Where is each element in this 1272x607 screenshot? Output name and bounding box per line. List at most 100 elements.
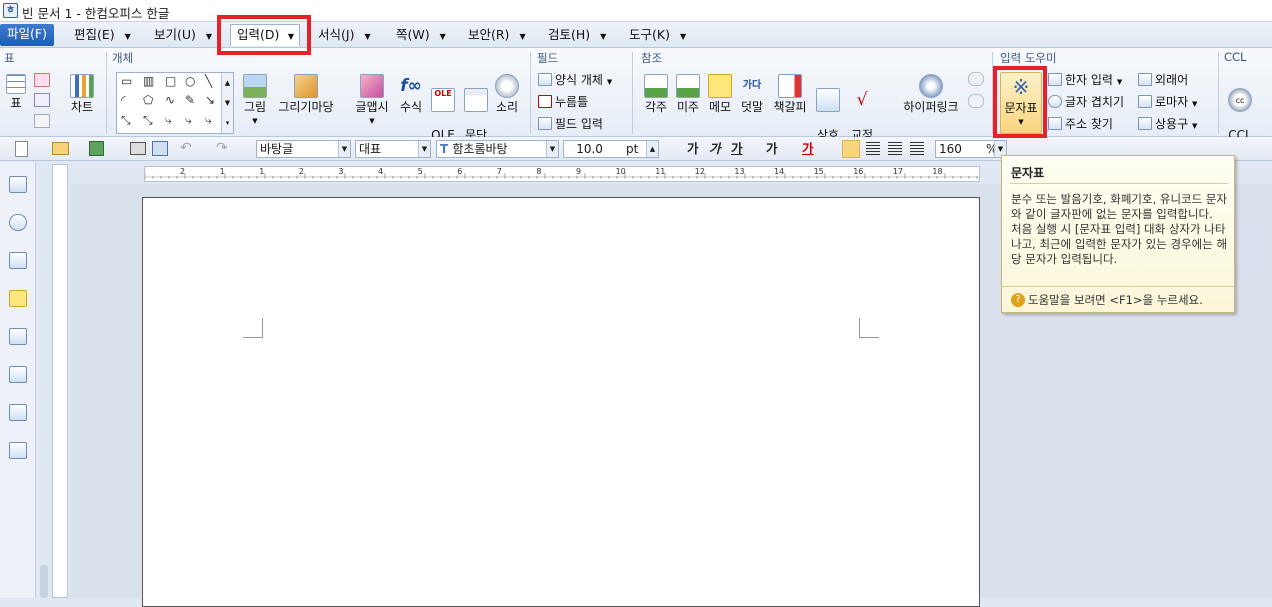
table-edit-icon[interactable] xyxy=(34,73,50,87)
align-left-icon[interactable] xyxy=(866,142,880,156)
memo-button[interactable]: 메모 xyxy=(705,74,735,114)
print-icon[interactable] xyxy=(130,142,146,155)
align-right-icon[interactable] xyxy=(910,142,924,156)
font-size-input[interactable]: ᅟ10.0 pt ▲ xyxy=(563,140,659,158)
cross-reference-icon xyxy=(816,88,840,112)
style-select[interactable]: 바탕글 ▼ xyxy=(256,140,351,158)
picture-icon xyxy=(243,74,267,98)
bold-button[interactable]: 가 xyxy=(687,140,699,158)
foreign-word-button[interactable]: 외래어 xyxy=(1138,70,1188,90)
document-page[interactable] xyxy=(142,197,980,607)
table-button[interactable]: 표 xyxy=(5,74,27,110)
sound-button[interactable]: 소리 xyxy=(492,74,522,114)
phrases-button[interactable]: 상용구 ▼ xyxy=(1138,114,1197,134)
menu-view[interactable]: 보기(U) ▼ xyxy=(148,25,218,46)
line-spacing-input[interactable]: 160% ▼ xyxy=(935,140,1007,158)
textbox-icon: ▭ xyxy=(121,74,133,88)
language-select[interactable]: 대표 ▼ xyxy=(355,140,431,158)
shape-gallery[interactable]: ▭ ▥ □ ○ ╲ ◜ ⬠ ∿ ✎ ↘ ⤡ ⤡ ⤷ ⤷ ⤷ ▲ ▼ ▾ xyxy=(116,72,234,134)
wordart-button[interactable]: 글맵시 ▼ xyxy=(352,74,392,128)
endnote-button[interactable]: 미주 xyxy=(673,74,703,114)
book-icon[interactable] xyxy=(9,176,27,193)
link-icon[interactable] xyxy=(968,72,984,86)
ruler-number: 16 xyxy=(853,167,864,176)
arc-icon: ◜ xyxy=(121,93,126,107)
drawing-button[interactable]: 그리기마당 xyxy=(274,74,338,114)
table-cell-icon[interactable] xyxy=(34,93,50,107)
table-grid-icon[interactable] xyxy=(34,114,50,128)
formula-icon: f∞ xyxy=(400,76,422,96)
new-doc-icon[interactable] xyxy=(15,141,28,157)
list-icon[interactable] xyxy=(9,252,27,269)
document-icon[interactable] xyxy=(9,404,27,421)
horizontal-ruler[interactable]: 2 1 1 2 3 4 5 6 7 8 9 10 11 12 13 14 15 16 17 18 xyxy=(144,166,980,182)
romanize-button[interactable]: 로마자 ▼ xyxy=(1138,92,1197,112)
menu-edit[interactable]: 편집(E) ▼ xyxy=(68,25,137,46)
field-input-button[interactable]: 필드 입력 xyxy=(538,114,603,134)
picture-button[interactable]: 그림 ▼ xyxy=(240,74,270,128)
char-spacing-button[interactable]: 가 xyxy=(766,140,778,158)
undo-icon[interactable]: ↶ xyxy=(180,140,192,156)
hyperlink-icon xyxy=(919,74,943,98)
ole-icon: OLE xyxy=(431,88,455,112)
address-search-button[interactable]: 주소 찾기 xyxy=(1048,114,1113,134)
wordart-icon xyxy=(360,74,384,98)
line-icon: ╲ xyxy=(205,74,213,88)
ruler-number: 9 xyxy=(576,167,582,176)
romanize-icon xyxy=(1138,95,1152,108)
click-here-icon xyxy=(538,95,552,108)
ruler-number: 5 xyxy=(417,167,423,176)
font-select[interactable]: T 함초롬바탕 ▼ xyxy=(436,140,559,158)
menu-format[interactable]: 서식(J) ▼ xyxy=(312,25,377,46)
overlap-text-button[interactable]: 가다 덧말 xyxy=(737,74,767,114)
sidebar-handle[interactable] xyxy=(40,565,48,598)
align-justify-icon[interactable] xyxy=(842,140,860,158)
footnote-button[interactable]: 각주 xyxy=(641,74,671,114)
bookmark-button[interactable]: 책갈피 xyxy=(770,74,810,114)
formula-button[interactable]: f∞ 수식 xyxy=(396,74,426,114)
hanja-input-label: 한자 입력 xyxy=(1065,73,1113,87)
overlap-text-icon: 가다 xyxy=(742,80,762,91)
separator xyxy=(1218,52,1219,134)
vertical-ruler[interactable] xyxy=(52,164,68,598)
hyperlink-button[interactable]: 하이퍼링크 xyxy=(898,74,964,114)
font-color-button[interactable]: 가 xyxy=(802,140,814,158)
chevron-down-icon: ▼ xyxy=(124,32,131,41)
menu-file[interactable]: 파일(F) xyxy=(0,24,54,46)
group-label-field: 필드 xyxy=(537,51,559,65)
italic-button[interactable]: 가 xyxy=(709,140,721,158)
text-style-icon[interactable] xyxy=(9,442,27,459)
align-center-icon[interactable] xyxy=(888,142,902,156)
ruler-number: 1 xyxy=(219,167,225,176)
tooltip-body: 분수 또는 발음기호, 화폐기호, 유니코드 문자와 같이 글자판에 없는 문자… xyxy=(1011,192,1228,266)
save-icon[interactable] xyxy=(89,141,104,156)
char-overlay-button[interactable]: 글자 겹치기 xyxy=(1048,92,1124,112)
gallery-scroll[interactable]: ▲ ▼ ▾ xyxy=(221,73,233,133)
form-icon[interactable] xyxy=(9,366,27,383)
gear-icon[interactable] xyxy=(9,328,27,345)
spinner-icon: ▲ xyxy=(646,141,658,157)
underline-button[interactable]: 가 xyxy=(731,140,743,158)
chart-button[interactable]: 차트 xyxy=(66,74,98,114)
click-here-button[interactable]: 누름틀 xyxy=(538,92,588,112)
memo-icon xyxy=(708,74,732,98)
unlink-icon[interactable] xyxy=(968,94,984,108)
chevron-down-icon: ▼ xyxy=(1191,122,1198,130)
hanja-input-button[interactable]: 한자 입력 ▼ xyxy=(1048,70,1122,90)
bookmark-label: 책갈피 xyxy=(773,100,807,114)
font-color-label: 가 xyxy=(802,141,814,156)
foreign-word-icon xyxy=(1138,73,1152,86)
form-object-button[interactable]: 양식 개체 ▼ xyxy=(538,70,612,90)
ruler-number: 15 xyxy=(813,167,824,176)
menu-security[interactable]: 보안(R) ▼ xyxy=(462,25,532,46)
menu-review[interactable]: 검토(H) ▼ xyxy=(542,25,612,46)
help-icon[interactable] xyxy=(9,214,27,231)
lightning-icon[interactable] xyxy=(9,290,27,307)
ruler-number: 10 xyxy=(615,167,626,176)
print-preview-icon[interactable] xyxy=(152,141,168,156)
redo-icon[interactable]: ↷ xyxy=(216,140,228,156)
menu-page[interactable]: 쪽(W) ▼ xyxy=(390,25,452,46)
memo-label: 메모 xyxy=(708,100,732,114)
open-folder-icon[interactable] xyxy=(52,142,69,155)
menu-tools[interactable]: 도구(K) ▼ xyxy=(623,25,692,46)
